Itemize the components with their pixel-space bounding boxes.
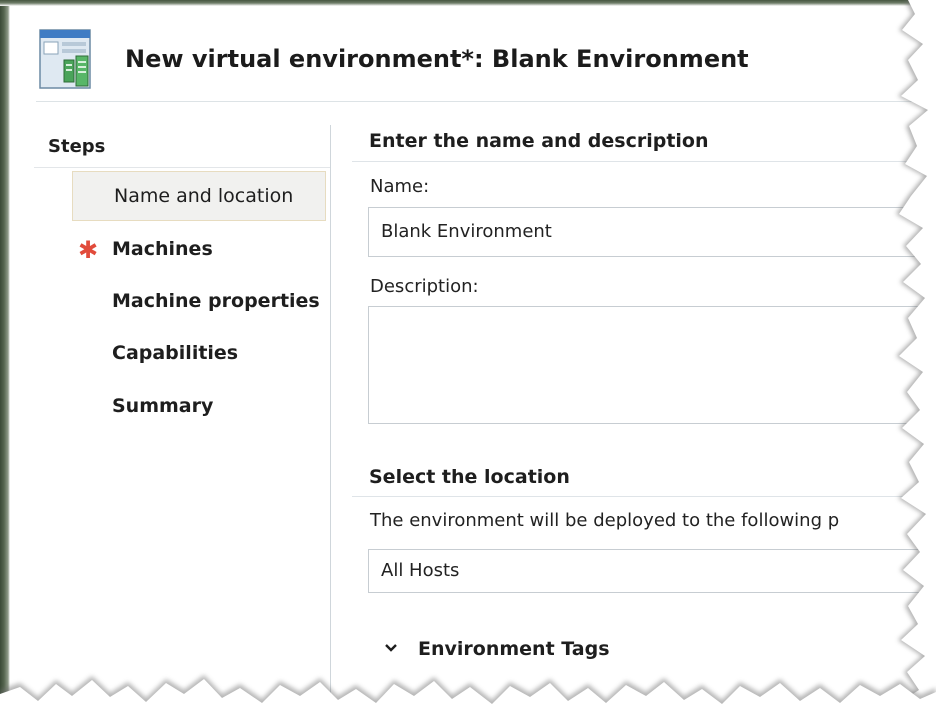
torn-edge-decoration xyxy=(0,0,936,715)
